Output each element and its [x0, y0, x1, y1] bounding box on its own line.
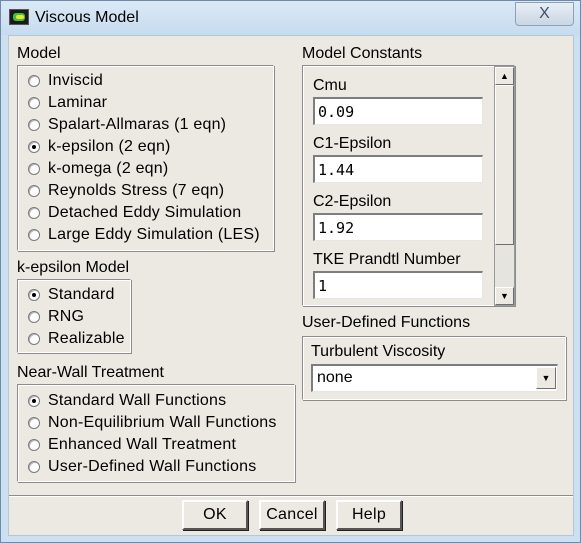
radio-button[interactable] [28, 311, 40, 323]
radio-label: Reynolds Stress (7 eqn) [48, 182, 225, 199]
radio-label: RNG [48, 308, 85, 325]
kepsilon-group: Standard RNG Realizable [17, 279, 131, 353]
model-group: Inviscid Laminar Spalart-Allmaras (1 eqn… [17, 65, 274, 251]
radio-button[interactable] [28, 163, 40, 175]
app-icon [9, 9, 29, 25]
radio-button[interactable] [28, 119, 40, 131]
near-wall-group: Standard Wall Functions Non-Equilibrium … [17, 384, 295, 482]
radio-label: Non-Equilibrium Wall Functions [48, 414, 277, 431]
radio-button[interactable] [28, 461, 40, 473]
radio-button-selected[interactable] [28, 395, 40, 407]
radio-button[interactable] [28, 75, 40, 87]
radio-button-selected[interactable] [28, 141, 40, 153]
radio-label: Enhanced Wall Treatment [48, 436, 237, 453]
radio-button-selected[interactable] [28, 289, 40, 301]
radio-button[interactable] [28, 207, 40, 219]
near-wall-section-label: Near-Wall Treatment [17, 364, 164, 381]
radio-button[interactable] [28, 185, 40, 197]
radio-button[interactable] [28, 97, 40, 109]
radio-label: User-Defined Wall Functions [48, 458, 257, 475]
radio-label: k-epsilon (2 eqn) [48, 138, 171, 155]
button-separator [9, 495, 573, 497]
radio-label: Detached Eddy Simulation [48, 204, 242, 221]
c1-epsilon-label: C1-Epsilon [313, 135, 392, 152]
model-constants-group: Cmu 0.09 C1-Epsilon 1.44 C2-Epsilon 1.92… [302, 65, 515, 306]
radio-button[interactable] [28, 229, 40, 241]
c1-epsilon-input[interactable]: 1.44 [313, 155, 483, 183]
ok-button[interactable]: OK [182, 500, 248, 530]
turbulent-viscosity-label: Turbulent Viscosity [311, 343, 446, 360]
model-section-label: Model [17, 45, 61, 62]
scroll-thumb[interactable] [495, 85, 514, 245]
radio-button[interactable] [28, 333, 40, 345]
radio-label: Standard Wall Functions [48, 392, 227, 409]
turbulent-viscosity-select[interactable]: none ▼ [311, 364, 558, 392]
radio-button[interactable] [28, 439, 40, 451]
close-button[interactable]: X [515, 2, 574, 26]
tke-prandtl-label: TKE Prandtl Number [313, 251, 461, 268]
cancel-button[interactable]: Cancel [259, 500, 325, 530]
triangle-down-icon: ▼ [500, 291, 509, 301]
triangle-up-icon: ▲ [500, 71, 509, 81]
radio-label: Laminar [48, 94, 108, 111]
help-button[interactable]: Help [336, 500, 402, 530]
radio-label: Standard [48, 286, 115, 303]
c2-epsilon-input[interactable]: 1.92 [313, 213, 483, 241]
radio-label: Realizable [48, 330, 125, 347]
radio-label: Spalart-Allmaras (1 eqn) [48, 116, 227, 133]
radio-label: k-omega (2 eqn) [48, 160, 169, 177]
model-constants-label: Model Constants [302, 45, 423, 62]
dropdown-button[interactable]: ▼ [536, 367, 556, 389]
kepsilon-section-label: k-epsilon Model [17, 259, 130, 276]
scroll-up-button[interactable]: ▲ [495, 67, 514, 85]
close-icon: X [539, 5, 550, 22]
title-bar[interactable]: Viscous Model X [1, 1, 580, 35]
radio-button[interactable] [28, 417, 40, 429]
cmu-input[interactable]: 0.09 [313, 97, 483, 125]
cmu-label: Cmu [313, 77, 347, 94]
udf-section-label: User-Defined Functions [302, 314, 471, 331]
tke-prandtl-input[interactable]: 1 [313, 271, 483, 299]
chevron-down-icon: ▼ [541, 373, 551, 383]
viscous-model-window: Viscous Model X Model Inviscid Laminar S… [0, 0, 581, 543]
radio-label: Inviscid [48, 72, 103, 89]
window-title: Viscous Model [35, 9, 139, 26]
c2-epsilon-label: C2-Epsilon [313, 193, 392, 210]
radio-label: Large Eddy Simulation (LES) [48, 226, 260, 243]
scroll-down-button[interactable]: ▼ [495, 287, 514, 305]
constants-scrollbar[interactable]: ▲ ▼ [494, 66, 515, 306]
select-value: none [317, 369, 353, 386]
udf-group: Turbulent Viscosity none ▼ [302, 336, 566, 400]
dialog-body: Model Inviscid Laminar Spalart-Allmaras … [8, 35, 574, 536]
